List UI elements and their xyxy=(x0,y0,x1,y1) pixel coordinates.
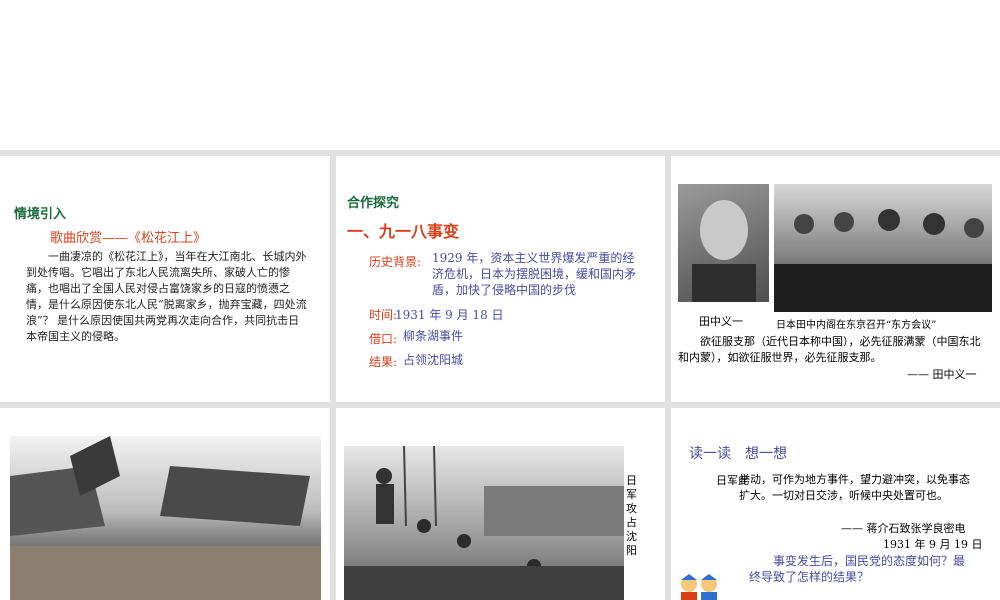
soldiers-icon xyxy=(344,445,624,600)
slide-thumbnail-5[interactable]: 日军攻占沈阳 xyxy=(336,408,665,600)
slide1-subheading: 歌曲欣赏——《松花江上》 xyxy=(50,231,207,246)
slide-thumbnail-2[interactable]: 合作探究 一、九一八事变 历史背景: 1929 年，资本主义世界爆发严重的经济危… xyxy=(336,156,665,402)
meeting-figures-icon xyxy=(774,209,992,312)
shenyang-occupation-photo xyxy=(344,445,624,600)
slide6-heading: 读一读 想一想 xyxy=(689,446,787,462)
blank-top-area xyxy=(0,0,1000,150)
telegram-date: 1931 年 9 月 19 日 xyxy=(883,538,983,551)
slide2-heading: 合作探究 xyxy=(347,196,400,211)
portrait-silhouette-icon xyxy=(692,200,756,304)
tanaka-attribution: —— 田中义一 xyxy=(907,368,977,381)
slide-thumbnail-6[interactable]: 读一读 想一想 日军此 举动，可作为地方事件，望力避冲突，以免事态扩大。一切对日… xyxy=(671,408,1000,600)
slide1-heading: 情境引入 xyxy=(14,207,67,222)
pretext-label: 借口: xyxy=(369,332,398,346)
time-label: 时间: xyxy=(369,308,398,322)
telegram-text: 举动，可作为地方事件，望力避冲突，以免事态扩大。一切对日交涉，听候中央处置可也。 xyxy=(739,473,970,502)
wreckage-icon xyxy=(10,436,321,600)
discussion-question: 事变发生后，国民党的态度如何？最终导致了怎样的结果？ xyxy=(749,554,966,584)
slide-thumbnail-4[interactable] xyxy=(0,408,330,600)
slide-thumbnail-3[interactable]: 田中义一 日本田中内阁在东京召开“东方会议” 欲征服支那（近代日本称中国），必先… xyxy=(671,156,1000,402)
tanaka-quote: 欲征服支那（近代日本称中国），必先征服满蒙（中国东北和内蒙），如欲征服世界，必先… xyxy=(678,335,981,364)
slide-grid: 情境引入 歌曲欣赏——《松花江上》 一曲凄凉的《松花江上》，当年在大江南北、长城… xyxy=(0,150,1000,600)
result-label: 结果: xyxy=(369,355,398,369)
portrait-caption: 田中义一 xyxy=(699,315,743,328)
background-label: 历史背景: xyxy=(369,255,422,269)
railway-wreck-photo xyxy=(10,436,321,600)
pretext-value: 柳条湖事件 xyxy=(403,329,464,343)
vertical-caption: 日军攻占沈阳 xyxy=(626,474,637,557)
meeting-caption: 日本田中内阁在东京召开“东方会议” xyxy=(776,320,937,331)
tanaka-portrait-photo xyxy=(678,184,769,304)
result-value: 占领沈阳城 xyxy=(403,353,464,367)
slide-thumbnail-1[interactable]: 情境引入 歌曲欣赏——《松花江上》 一曲凄凉的《松花江上》，当年在大江南北、长城… xyxy=(0,156,330,402)
telegram-attribution: —— 蒋介石致张学良密电 xyxy=(841,522,966,535)
time-value: 1931 年 9 月 18 日 xyxy=(395,308,504,322)
background-value: 1929 年，资本主义世界爆发严重的经济危机，日本为摆脱困境，缓和国内矛盾，加快… xyxy=(432,251,637,297)
slide2-title: 一、九一八事变 xyxy=(347,222,460,241)
students-icon xyxy=(677,572,721,600)
eastern-conference-photo xyxy=(774,184,992,312)
slide1-paragraph: 一曲凄凉的《松花江上》，当年在大江南北、长城内外到处传唱。它唱出了东北人民流离失… xyxy=(26,250,307,343)
